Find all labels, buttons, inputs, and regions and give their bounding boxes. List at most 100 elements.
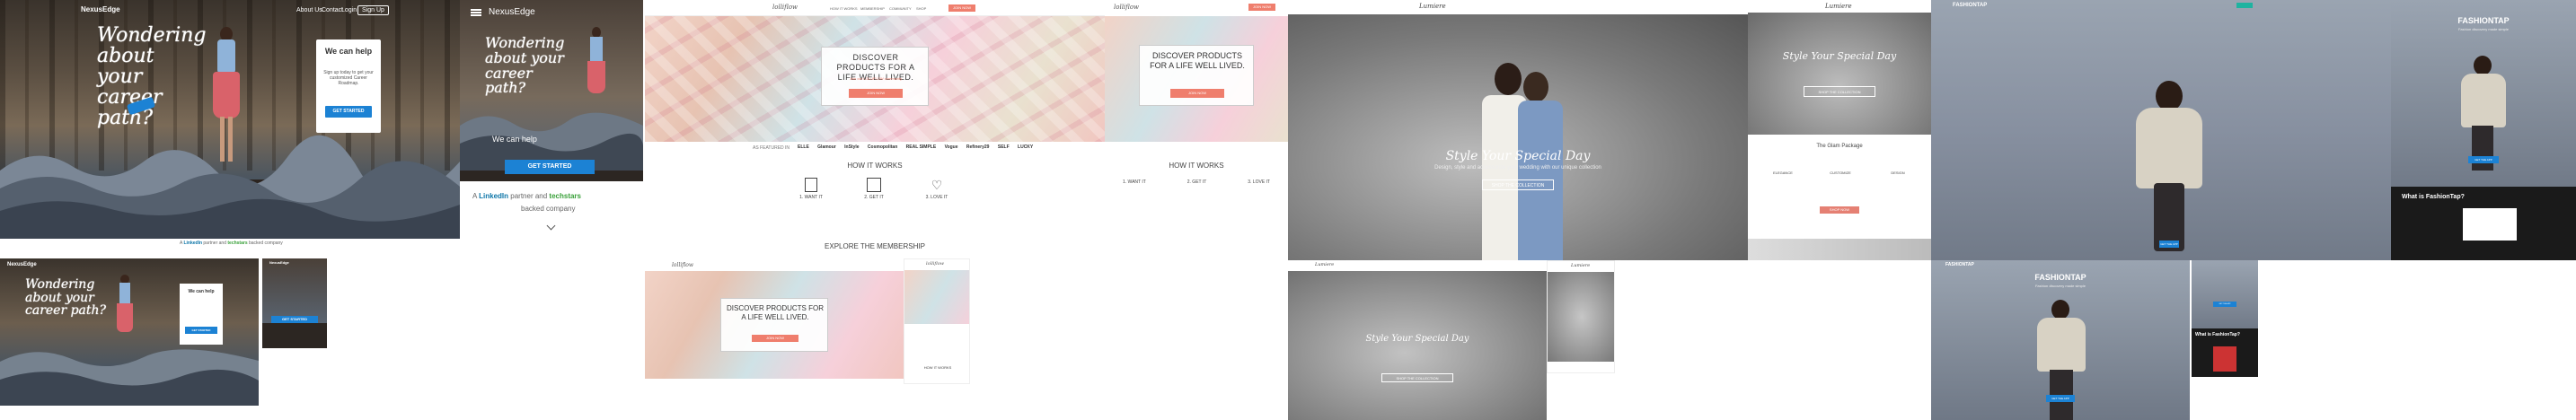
step-love-label: 3. LOVE IT bbox=[925, 195, 948, 200]
fashion-person bbox=[2120, 72, 2219, 251]
techstars-logo[interactable]: techstars bbox=[227, 241, 247, 246]
fashion-mini-cta[interactable]: GET THE APP bbox=[2213, 302, 2236, 307]
lolly-tablet-how: HOW IT WORKS bbox=[1169, 162, 1224, 170]
lipstick-icon bbox=[805, 178, 817, 192]
lumiere-small-title: Style Your Special Day bbox=[1365, 334, 1469, 344]
tablet-get-started-button[interactable]: GET STARTED bbox=[505, 160, 595, 174]
lolly-mini: lolliflow HOW IT WORKS bbox=[904, 258, 970, 384]
nexus-logo[interactable]: NexusEdge bbox=[81, 5, 120, 13]
fashion-header-btn[interactable] bbox=[2236, 3, 2253, 8]
lumiere-tablet-btn[interactable]: SHOP NOW bbox=[1820, 206, 1859, 214]
fashion-tablet-what: What is FashionTap? bbox=[2402, 194, 2465, 200]
lumiere-tablet-col2: CUSTOMIZE bbox=[1830, 171, 1851, 175]
lolly-how-title: HOW IT WORKS bbox=[847, 162, 903, 170]
mini-logo[interactable]: NexusEdge bbox=[269, 260, 289, 265]
nexus-mini-mobile: NexusEdge GET STARTED bbox=[262, 258, 327, 348]
tablet-card-title: We can help bbox=[492, 135, 537, 144]
nav-signup-button[interactable]: Sign Up bbox=[357, 5, 389, 15]
press-glamour: Glamour bbox=[817, 144, 836, 150]
tablet-person bbox=[586, 27, 607, 126]
small-get-started-button[interactable]: GET STARTED bbox=[185, 327, 217, 334]
lumiere-hero-cta[interactable]: SHOP THE COLLECTION bbox=[1482, 179, 1554, 190]
press-lucky: LUCKY bbox=[1018, 144, 1034, 150]
small-signup-card: We can help GET STARTED bbox=[180, 284, 223, 345]
fashion-mini-video[interactable] bbox=[2213, 346, 2236, 372]
nav-about[interactable]: About Us bbox=[296, 7, 322, 13]
lumiere-mini-logo[interactable]: Lumiere bbox=[1571, 263, 1590, 268]
lolly-small-title: DISCOVER PRODUCTS FOR A LIFE WELL LIVED. bbox=[726, 304, 824, 321]
signup-card: We can help Sign up today to get your cu… bbox=[316, 39, 381, 133]
lolly-join-button[interactable]: JOIN NOW bbox=[948, 4, 975, 12]
tablet-hero-title: Wondering about your career path? bbox=[485, 34, 565, 97]
small-logo[interactable]: NexusEdge bbox=[7, 262, 37, 267]
small-card-title: We can help bbox=[188, 289, 215, 294]
linkedin-logo[interactable]: LinkedIn bbox=[183, 241, 202, 246]
fashion-small-cta[interactable]: GET THE APP bbox=[2046, 395, 2075, 402]
fashion-mini: GET THE APP What is FashionTap? bbox=[2192, 260, 2258, 377]
step-love: ♡ 3. LOVE IT bbox=[914, 178, 959, 200]
press-realsimple: REAL SIMPLE bbox=[905, 144, 937, 150]
fashion-tablet-cta[interactable]: GET THE APP bbox=[2468, 156, 2499, 163]
fashion-logo[interactable]: FASHIONTAP bbox=[1953, 3, 1987, 8]
tablet-linkedin-logo[interactable]: LinkedIn bbox=[479, 192, 508, 200]
lolly-small-cta[interactable]: JOIN NOW bbox=[752, 335, 798, 342]
lumiere-tablet-cta[interactable]: SHOP THE COLLECTION bbox=[1804, 86, 1875, 97]
tablet-logo[interactable]: NexusEdge bbox=[489, 7, 535, 17]
lolly-explore-label: EXPLORE THE MEMBERSHIP bbox=[825, 242, 925, 250]
lolly-nav-how[interactable]: HOW IT WORKS bbox=[830, 6, 858, 11]
fashion-cta-button[interactable]: GET THE APP bbox=[2159, 241, 2179, 248]
fashion-small-logo[interactable]: FASHIONTAP bbox=[1945, 262, 1974, 267]
lumiere-hero-title: Style Your Special Day bbox=[1445, 149, 1591, 163]
lolly-desktop: lolliflow HOW IT WORKS MEMBERSHIP COMMUN… bbox=[645, 0, 1105, 241]
lolly-nav-membership[interactable]: MEMBERSHIP bbox=[860, 6, 885, 11]
fashion-mini-what: What is FashionTap? bbox=[2195, 332, 2240, 337]
lumiere-tablet-title: Style Your Special Day bbox=[1782, 50, 1897, 62]
box-icon bbox=[867, 178, 881, 192]
lumiere-small-desktop: Lumiere Style Your Special Day SHOP THE … bbox=[1288, 260, 1547, 420]
lumiere-header bbox=[1288, 0, 1748, 14]
press-elle: ELLE bbox=[798, 144, 809, 150]
fashion-mini-hero bbox=[2192, 260, 2258, 328]
mini-get-started-button[interactable]: GET STARTED bbox=[271, 316, 318, 323]
lolly-logo[interactable]: lolliflow bbox=[772, 4, 798, 11]
step-get: 2. GET IT bbox=[851, 178, 896, 200]
lolly-tablet-cta[interactable]: JOIN NOW bbox=[1170, 89, 1224, 98]
step-want-label: 1. WANT IT bbox=[799, 195, 823, 200]
nav-login[interactable]: Login bbox=[341, 7, 357, 13]
lumiere-tablet-col1: ELEGANCE bbox=[1773, 171, 1793, 175]
lolly-nav-community[interactable]: COMMUNITY bbox=[889, 6, 912, 11]
lolly-tablet-join[interactable]: JOIN NOW bbox=[1248, 4, 1275, 11]
lumiere-small-hero bbox=[1288, 271, 1547, 420]
lolly-tablet-logo[interactable]: lolliflow bbox=[1114, 4, 1139, 11]
lolly-mini-logo[interactable]: lolliflow bbox=[926, 261, 944, 267]
lumiere-tablet-hero bbox=[1748, 13, 1931, 135]
nexus-tablet-screenshot: NexusEdge Wondering about your career pa… bbox=[460, 0, 643, 239]
nav-contact[interactable]: Contact bbox=[322, 7, 343, 13]
nexus-desktop-screenshot: NexusEdge About Us Contact Login Sign Up… bbox=[0, 0, 460, 239]
get-started-button[interactable]: GET STARTED bbox=[325, 106, 372, 118]
lumiere-small-cta[interactable]: SHOP THE COLLECTION bbox=[1381, 373, 1453, 382]
lumiere-tablet-logo[interactable]: Lumiere bbox=[1825, 3, 1852, 10]
fashion-desktop: FASHIONTAP GET THE APP bbox=[1931, 0, 2391, 260]
lumiere-small-logo[interactable]: Lumiere bbox=[1315, 262, 1334, 267]
lolly-tablet-hero-box: DISCOVER PRODUCTS FOR A LIFE WELL LIVED.… bbox=[1139, 45, 1254, 106]
hamburger-icon-mid bbox=[471, 12, 481, 13]
nexus-partner-line: A LinkedIn partner and techstars backed … bbox=[180, 241, 283, 246]
press-cosmo: Cosmopolitan bbox=[867, 144, 898, 150]
fashion-small-sub: Fashion discovery made simple bbox=[2034, 284, 2086, 288]
fashion-tablet: FASHIONTAP Fashion discovery made simple… bbox=[2391, 0, 2576, 260]
small-partner-strip bbox=[0, 406, 259, 420]
lolly-nav-shop[interactable]: SHOP bbox=[916, 6, 926, 11]
tablet-techstars-logo[interactable]: techstars bbox=[549, 192, 581, 200]
lolly-tablet-title: DISCOVER PRODUCTS FOR A LIFE WELL LIVED. bbox=[1150, 51, 1245, 70]
lolly-hero-box: DISCOVER PRODUCTS FOR A LIFE WELL LIVED.… bbox=[821, 47, 929, 106]
lumiere-logo[interactable]: Lumiere bbox=[1419, 3, 1446, 10]
lolly-hero-cta[interactable]: JOIN NOW bbox=[849, 89, 903, 98]
tablet-partner-backed: backed company bbox=[521, 205, 576, 213]
lolly-small-logo[interactable]: lolliflow bbox=[672, 262, 693, 268]
lumiere-desktop: Lumiere Style Your Special Day Design, s… bbox=[1288, 0, 1748, 260]
hero-person bbox=[208, 27, 244, 171]
fashion-tablet-sub: Fashion discovery made simple bbox=[2457, 27, 2510, 31]
fashion-tablet-video[interactable] bbox=[2463, 208, 2517, 241]
partner-prefix: A bbox=[180, 241, 183, 246]
